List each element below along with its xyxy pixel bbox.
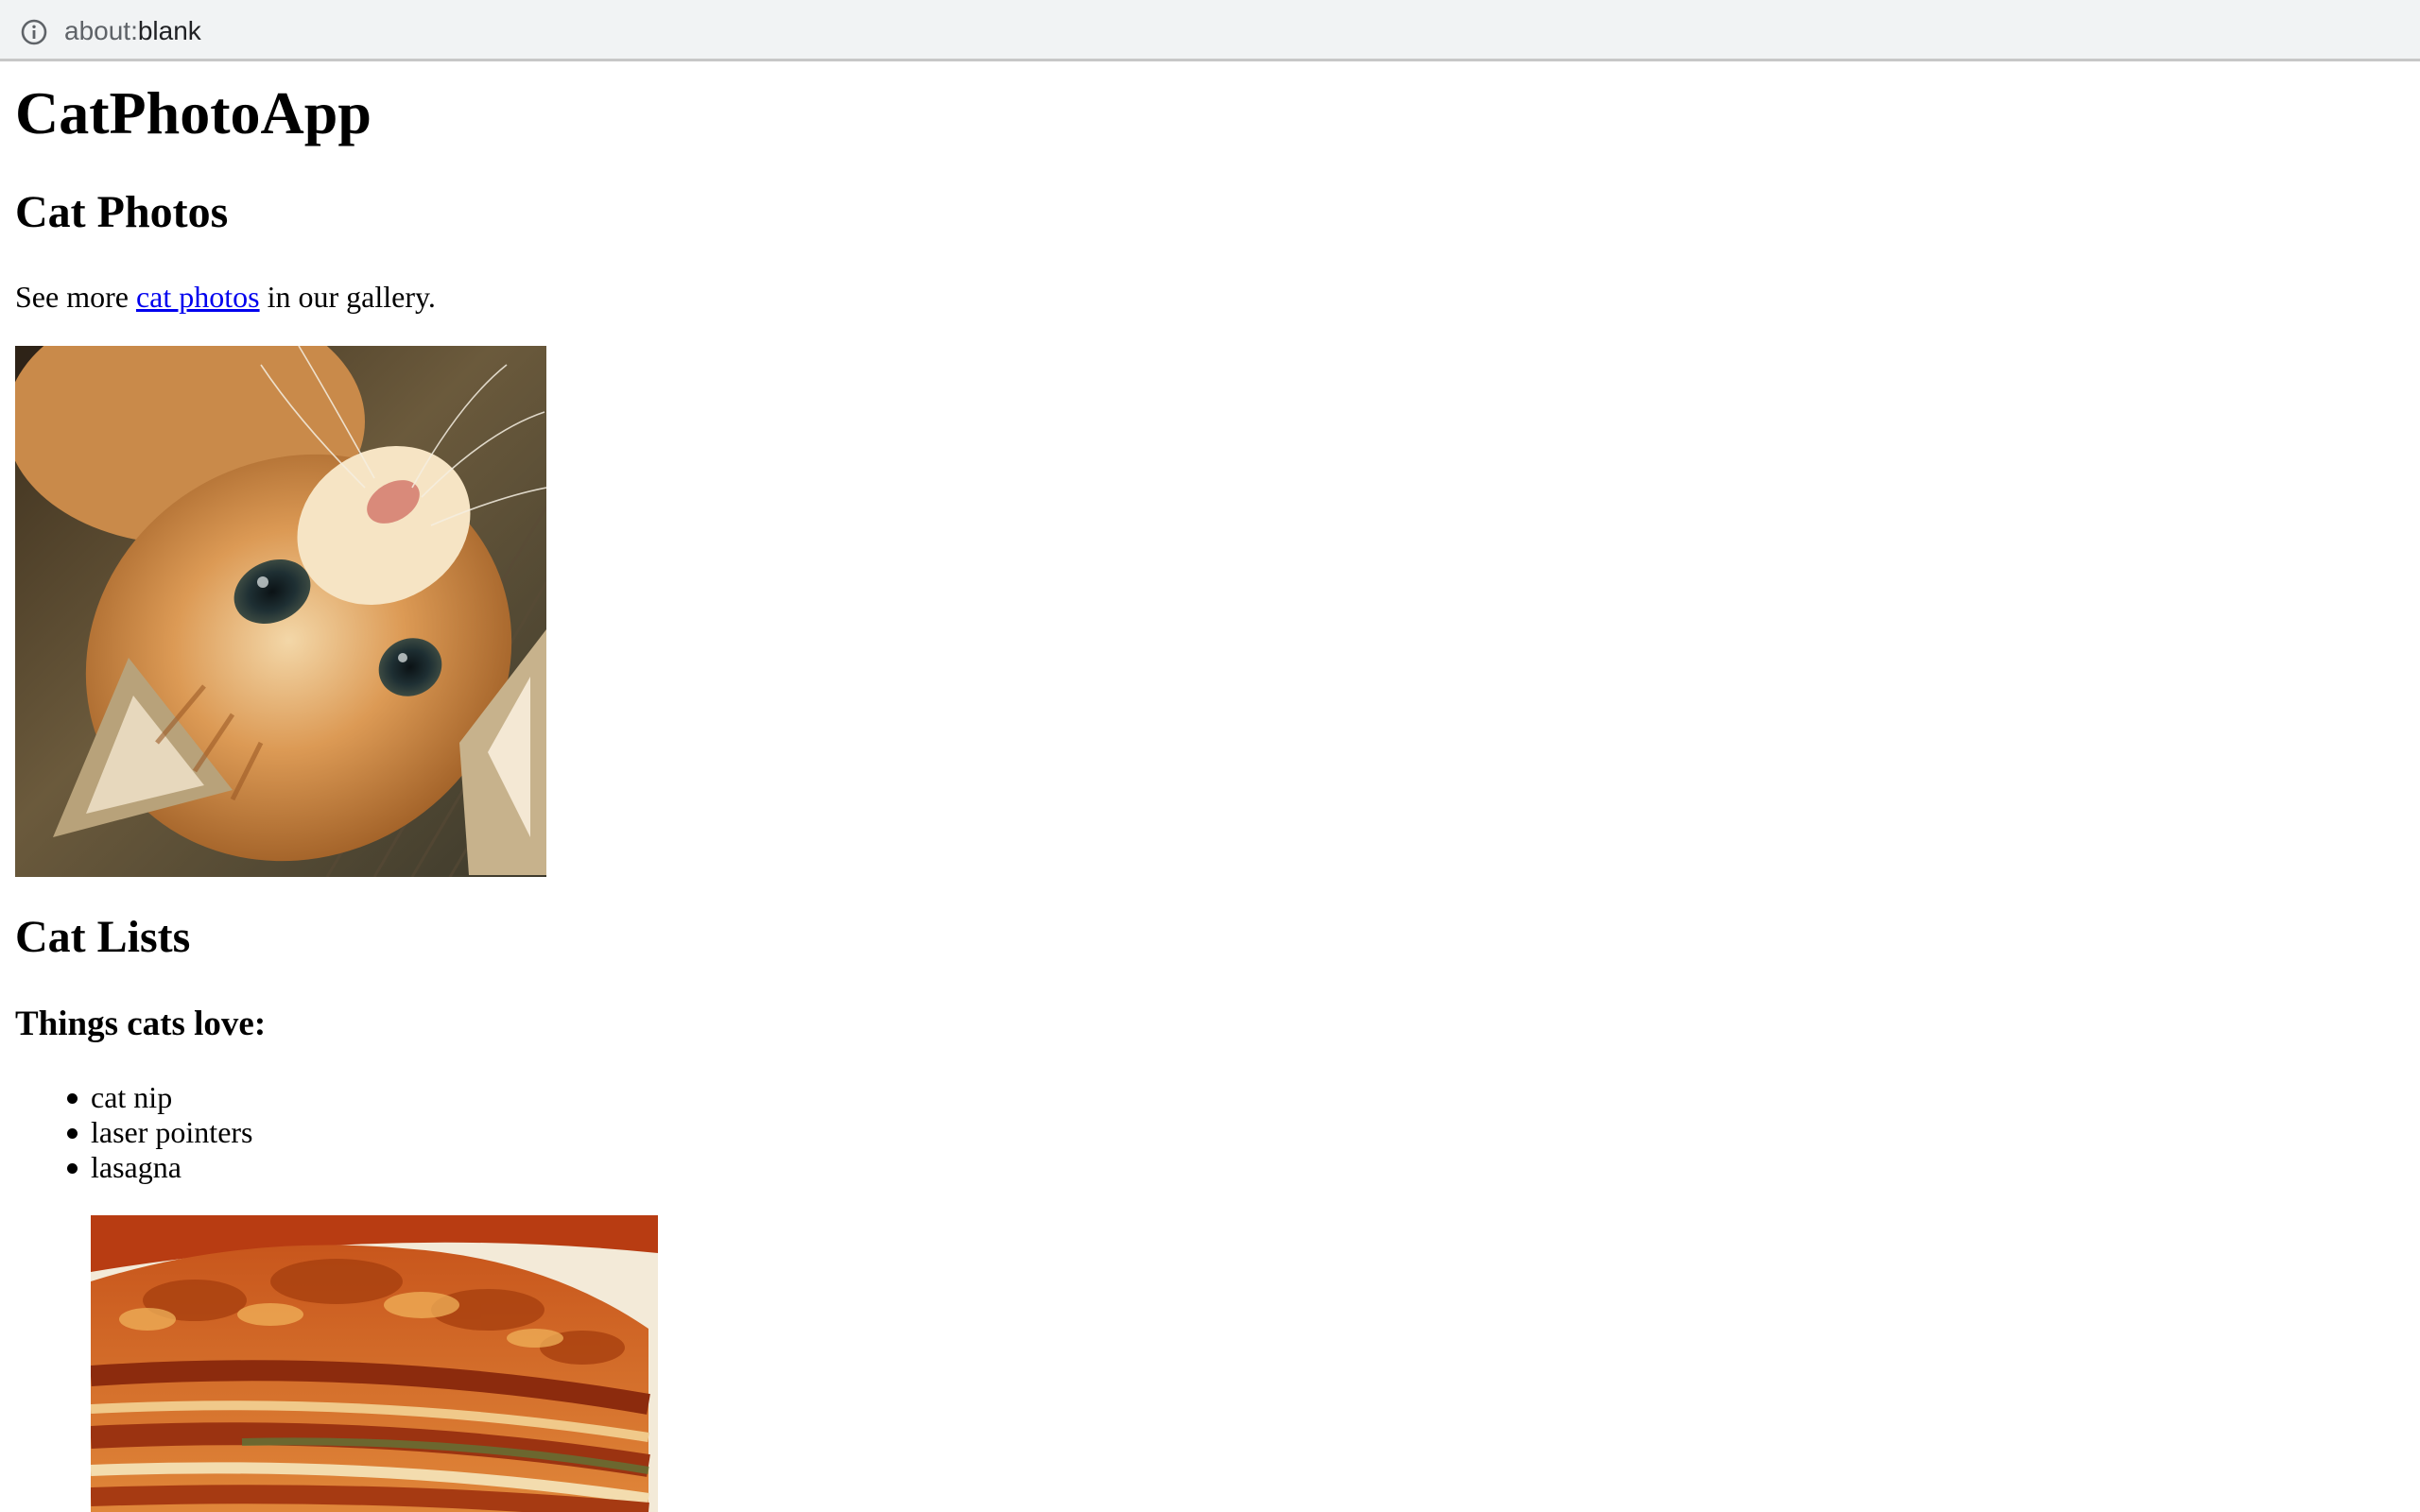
gallery-text-after: in our gallery. [259, 280, 436, 314]
page-content: CatPhotoApp Cat Photos See more cat phot… [15, 66, 2397, 1512]
lasagna-image[interactable] [91, 1215, 658, 1512]
bullet-icon [67, 1093, 78, 1104]
list-item-label: cat nip [91, 1080, 173, 1114]
cat-photos-heading: Cat Photos [15, 187, 229, 237]
bullet-icon [67, 1128, 78, 1139]
cat-photos-link[interactable]: cat photos [136, 280, 260, 314]
list-item: laser pointers [67, 1115, 253, 1150]
bullet-icon [67, 1163, 78, 1174]
kitten-image[interactable] [15, 346, 546, 877]
page-title: CatPhotoApp [15, 79, 372, 146]
list-item-label: lasagna [91, 1150, 182, 1184]
url-text[interactable]: about:blank [64, 14, 201, 48]
address-bar[interactable]: about:blank [0, 0, 2420, 61]
gallery-paragraph: See more cat photos in our gallery. [15, 278, 436, 316]
info-icon[interactable] [20, 18, 48, 46]
url-scheme: about: [64, 16, 138, 45]
things-cats-love-heading: Things cats love: [15, 1005, 267, 1043]
things-cats-love-list: cat nip laser pointers lasagna [15, 1080, 253, 1185]
list-item-label: laser pointers [91, 1115, 253, 1149]
gallery-text-before: See more [15, 280, 136, 314]
list-item: lasagna [67, 1150, 253, 1185]
url-path: blank [137, 16, 201, 45]
list-item: cat nip [67, 1080, 253, 1115]
cat-lists-heading: Cat Lists [15, 912, 191, 962]
